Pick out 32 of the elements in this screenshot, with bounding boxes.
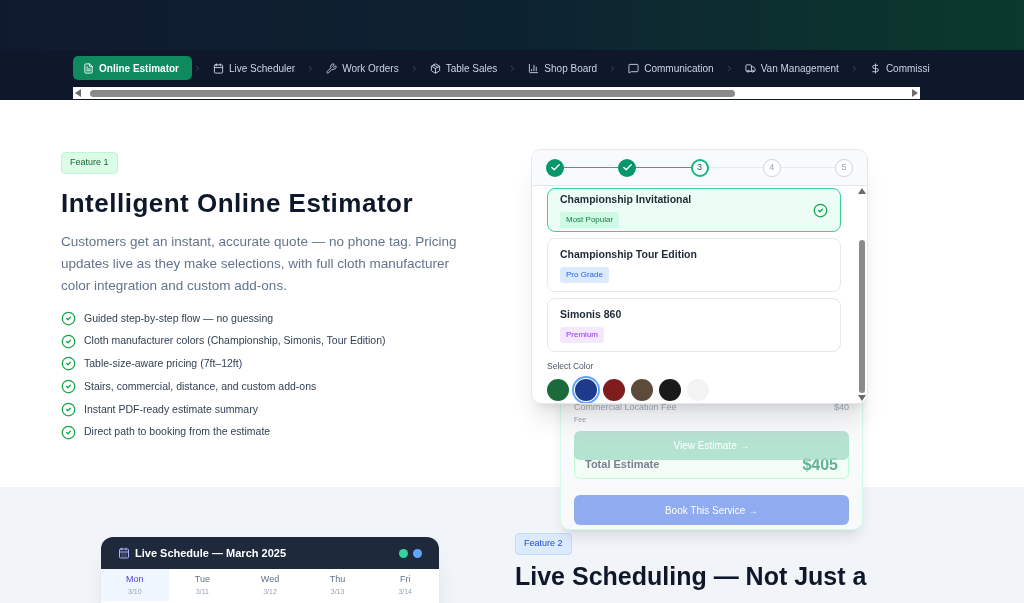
nav-tab[interactable]: Live Scheduler — [203, 56, 306, 80]
checklist-item: Stairs, commercial, distance, and custom add-ons — [84, 378, 317, 394]
nav-tab[interactable]: Commissi — [859, 56, 940, 80]
checklist-item: Guided step-by-step flow — no guessing — [84, 310, 274, 326]
cloth-tag: Premium — [560, 326, 604, 343]
nav-tab[interactable]: Shop Board — [518, 56, 608, 80]
step-indicator: 4 — [762, 158, 781, 177]
feature-badge: Feature 1 — [61, 152, 118, 174]
checklist-item: Direct path to booking from the estimate — [84, 424, 271, 440]
nav-tab[interactable]: Van Management — [734, 56, 849, 80]
step-indicator: 5 — [835, 158, 853, 177]
feature-badge: Feature 2 — [515, 533, 572, 555]
cloth-option[interactable]: Simonis 860 Premium — [547, 298, 841, 352]
cloth-option[interactable]: Championship Invitational Most Popular — [547, 188, 841, 232]
cloth-option[interactable]: Championship Tour Edition Pro Grade — [547, 238, 841, 292]
fee-amount: $40 — [833, 401, 849, 414]
section-title: Intelligent Online Estimator — [61, 186, 414, 220]
section-title: Live Scheduling — Not Just a — [515, 560, 867, 591]
nav-tab[interactable]: Work Orders — [316, 56, 409, 80]
nav-tab[interactable]: Communication — [618, 56, 724, 80]
section-description: Customers get an instant, accurate quote — no phone tag. Pricing updates live as they make selections, with full cloth manufacturer color integration and custom add-ons. — [61, 232, 458, 295]
step-indicator: 3 — [690, 158, 709, 177]
nav-tab[interactable]: Online Estimator — [73, 56, 192, 80]
nav-tab[interactable]: Table Sales — [419, 56, 508, 80]
checklist-item: Instant PDF-ready estimate summary — [84, 401, 258, 417]
color-label: Select Color — [547, 360, 595, 373]
schedule-title: Live Schedule — March 2025 — [135, 545, 286, 561]
fee-name: Commercial Location Fee — [574, 401, 677, 414]
checklist-item: Cloth manufacturer colors (Championship, Simonis, Tour Edition) — [84, 333, 386, 349]
cloth-tag: Pro Grade — [560, 266, 609, 283]
cloth-tag: Most Popular — [560, 211, 620, 228]
checklist-item: Table-size-aware pricing (7ft–12ft) — [84, 356, 243, 371]
